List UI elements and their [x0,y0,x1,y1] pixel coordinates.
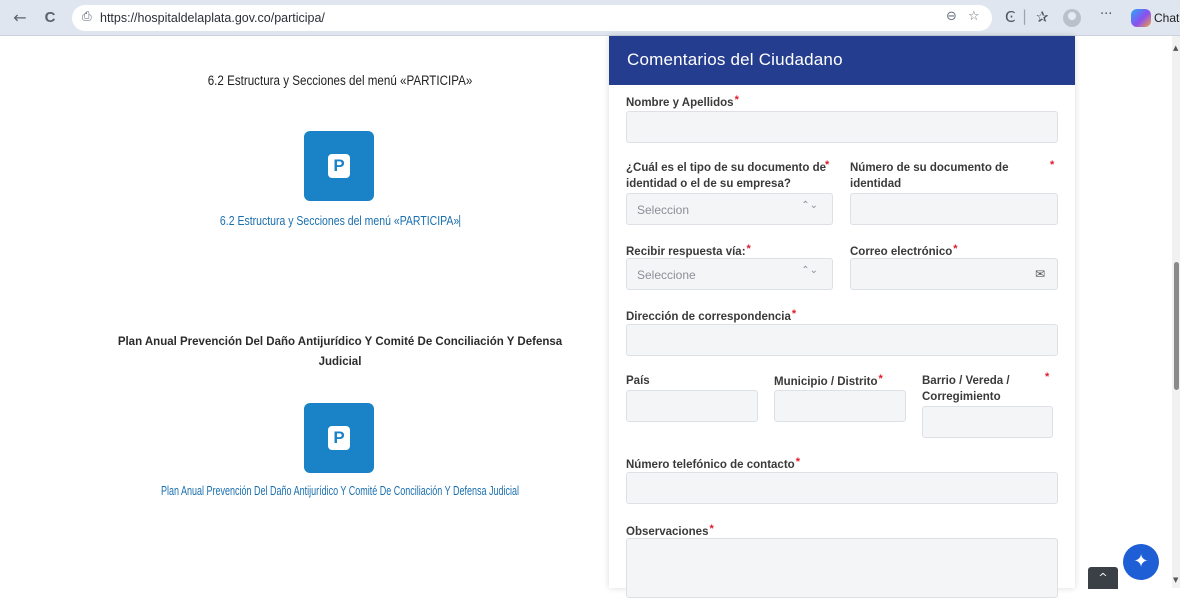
label-telefono: Número telefónico de contacto* [626,456,800,471]
toolbar-divider: | [1022,7,1028,25]
correo-input[interactable]: ✉ [850,258,1058,290]
scroll-down-icon[interactable]: ▼ [1173,576,1178,584]
direccion-input[interactable] [626,324,1058,356]
accessibility-button[interactable]: ✦ [1123,544,1159,580]
favorites-icon[interactable]: ✰ [1036,8,1049,26]
plan-badge-icon[interactable]: P [304,403,374,473]
municipio-input[interactable] [774,390,906,422]
back-to-top-button[interactable]: ^ [1088,567,1118,589]
section-heading-plan: Plan Anual Prevención Del Daño Antijuríd… [117,336,563,368]
section-heading-62: 6.2 Estructura y Secciones del menú «PAR… [207,73,473,88]
p-letter-icon: P [328,426,350,450]
required-mark: * [825,159,830,171]
favorite-star-icon[interactable]: ☆ [968,9,980,24]
extensions-icon[interactable]: Ͼ [1005,8,1015,26]
back-arrow-icon[interactable]: ← [10,8,30,28]
pais-input[interactable] [626,390,758,422]
zoom-icon[interactable]: ⊖ [946,9,957,24]
label-direccion: Dirección de correspondencia* [626,308,797,323]
barrio-input[interactable] [922,406,1053,438]
label-numero-documento: Número de su documento de identidad [850,162,1009,190]
scrollbar-thumb[interactable] [1174,262,1179,390]
reload-icon[interactable]: C [40,8,60,28]
envelope-icon: ✉ [1034,267,1045,281]
select-arrows-icon: ⌃⌄ [801,200,818,211]
p-letter-icon: P [328,154,350,178]
telefono-input[interactable] [626,472,1058,504]
tipo-documento-select[interactable]: Seleccion ⌃⌄ [626,193,833,225]
label-municipio: Municipio / Distrito* [774,373,883,388]
address-bar[interactable]: ⎙ https://hospitaldelaplata.gov.co/parti… [72,5,992,31]
numero-documento-input[interactable] [850,193,1058,225]
form-title: Comentarios del Ciudadano [627,50,843,69]
label-nombre: Nombre y Apellidos* [626,94,739,109]
link-62-participa[interactable]: 6.2 Estructura y Secciones del menú «PAR… [54,214,625,228]
link-plan-anual[interactable]: Plan Anual Prevención Del Daño Antijuríd… [95,484,585,498]
profile-icon[interactable] [1063,9,1081,27]
label-pais: País [626,375,650,387]
left-column: 6.2 Estructura y Secciones del menú «PAR… [0,36,600,588]
respuesta-select[interactable]: Seleccione ⌃⌄ [626,258,833,290]
chat-button[interactable]: Chat [1154,11,1179,25]
text-cursor [459,215,461,227]
url-text[interactable]: https://hospitaldelaplata.gov.co/partici… [100,11,325,25]
copilot-icon[interactable] [1131,9,1151,27]
page-content: 6.2 Estructura y Secciones del menú «PAR… [0,36,1180,598]
required-mark: * [1045,371,1050,383]
label-tipo-documento: ¿Cuál es el tipo de su documento de iden… [626,162,826,190]
citizen-comments-form: Comentarios del Ciudadano Nombre y Apell… [609,36,1075,598]
label-barrio: Barrio / Vereda / Corregimiento [922,375,1010,403]
nombre-input[interactable] [626,111,1058,143]
participa-badge-icon[interactable]: P [304,131,374,201]
scroll-up-icon[interactable]: ▲ [1173,44,1178,52]
observaciones-textarea[interactable] [626,538,1058,598]
form-header: Comentarios del Ciudadano [609,36,1075,85]
more-icon[interactable]: ··· [1100,7,1112,22]
select-arrows-icon: ⌃⌄ [801,265,818,276]
required-mark: * [1050,159,1055,171]
lock-icon[interactable]: ⎙ [82,9,92,24]
chevron-up-icon: ^ [1098,571,1108,584]
browser-toolbar: ← C ⎙ https://hospitaldelaplata.gov.co/p… [0,0,1180,36]
accessibility-person-icon: ✦ [1133,551,1149,572]
